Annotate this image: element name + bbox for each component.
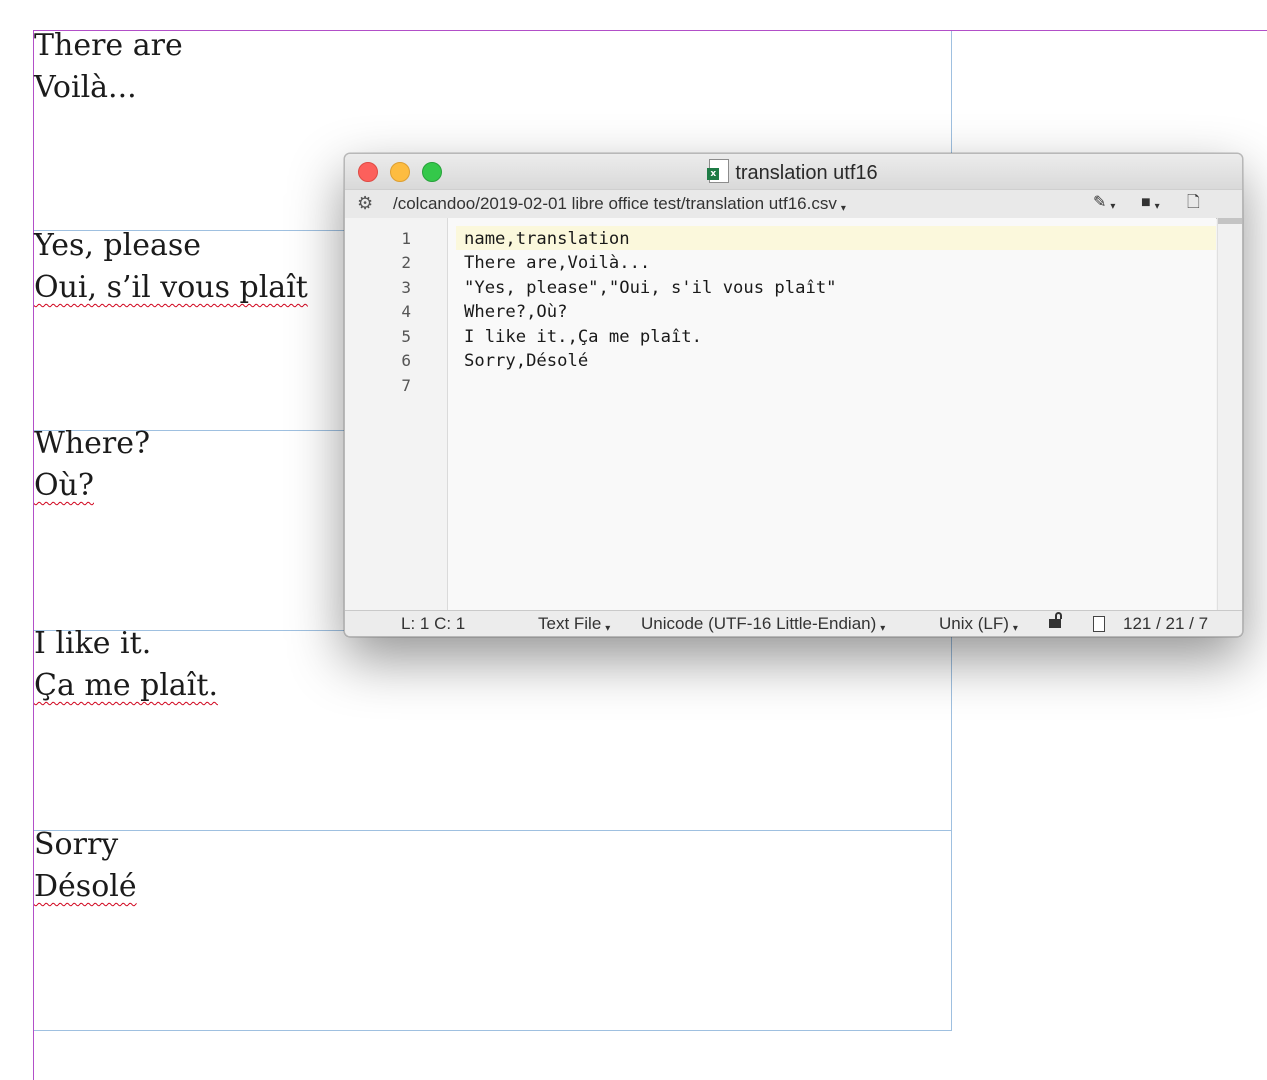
path-bar: ⚙ /colcandoo/2019-02-01 libre office tes… [345,189,1242,219]
chevron-down-icon: ▾ [1012,623,1018,634]
document-counts[interactable]: 121 / 21 / 7 [1123,611,1208,636]
line-endings-menu[interactable]: Unix (LF) ▾ [939,611,1018,636]
record-translation: Oui, s’il vous plaît [34,270,308,305]
line-endings-label: Unix (LF) [939,614,1009,633]
window-titlebar[interactable]: x translation utf16 [345,154,1242,189]
text-frame-record[interactable]: Sorry Désolé [34,824,934,908]
record-translation: Voilà... [34,70,137,105]
chevron-down-icon: ▾ [880,623,886,634]
line-number: 4 [401,302,411,321]
new-document-icon[interactable]: 🗋 [1187,193,1200,213]
document-menu-icon[interactable]: ■ ▾ [1141,193,1160,217]
syntax-menu[interactable]: Text File ▾ [538,611,611,636]
line-number: 3 [401,278,411,297]
scrollbar-thumb[interactable] [1218,218,1242,224]
window-title-area: x translation utf16 [345,159,1242,186]
pen-icon[interactable]: ✎ ▾ [1093,193,1115,217]
line-number: 2 [401,253,411,272]
record-translation: Ça me plaît. [34,668,218,703]
text-editor-area[interactable]: name,translation There are,Voilà... "Yes… [448,218,1216,610]
document-stats-icon [1093,616,1105,632]
chevron-down-icon: ▾ [605,623,611,634]
line-number: 6 [401,351,411,370]
code-line: There are,Voilà... [464,253,651,273]
code-line: name,translation [464,229,630,249]
status-bar: L: 1 C: 1 Text File ▾ Unicode (UTF-16 Lit… [345,610,1242,636]
frame-divider [34,1030,952,1031]
margin-guide-left [33,30,34,1080]
excel-document-icon[interactable]: x [707,159,730,183]
window-title: translation utf16 [735,162,878,184]
file-path: /colcandoo/2019-02-01 libre office test/… [393,194,837,213]
vertical-scrollbar[interactable] [1217,218,1242,610]
line-number: 1 [401,229,411,248]
line-number-gutter: 1 2 3 4 5 6 7 [345,218,448,610]
syntax-label: Text File [538,614,602,633]
unlock-icon[interactable] [1049,612,1062,628]
gear-icon[interactable]: ⚙ [357,193,373,213]
record-name: There are [34,28,183,63]
record-name: Sorry [34,827,119,862]
line-number: 7 [401,376,411,395]
code-line: Sorry,Désolé [464,351,589,371]
code-line: Where?,Où? [464,302,568,322]
editor-window[interactable]: x translation utf16 ⚙ /colcandoo/2019-02-… [344,153,1243,637]
file-path-menu[interactable]: /colcandoo/2019-02-01 libre office test/… [393,194,846,219]
line-number: 5 [401,327,411,346]
encoding-menu[interactable]: Unicode (UTF-16 Little-Endian) ▾ [641,611,886,636]
cursor-position[interactable]: L: 1 C: 1 [401,611,465,636]
text-frame-record[interactable]: There are Voilà... [34,25,934,109]
record-translation: Où? [34,468,94,503]
code-line: "Yes, please","Oui, s'il vous plaît" [464,278,837,298]
record-translation: Désolé [34,869,137,904]
encoding-label: Unicode (UTF-16 Little-Endian) [641,614,877,633]
code-line: I like it.,Ça me plaît. [464,327,702,347]
chevron-down-icon: ▾ [840,203,846,214]
